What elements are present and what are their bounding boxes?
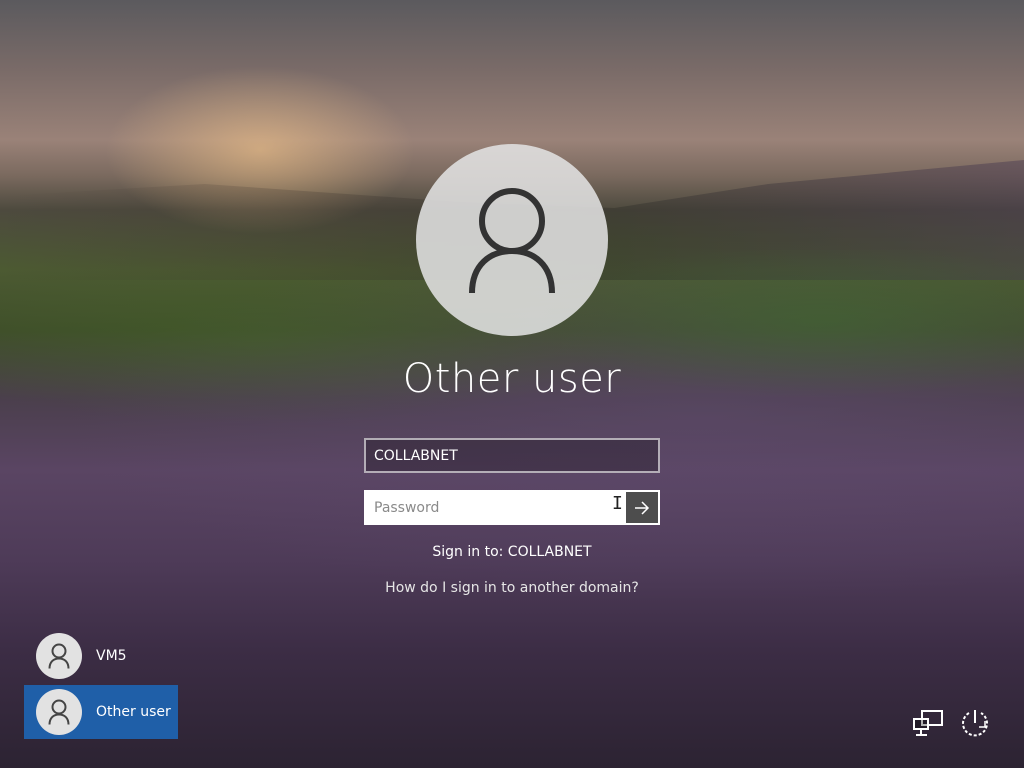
tile-avatar	[36, 633, 82, 679]
user-name-heading: Other user	[402, 356, 622, 402]
network-icon	[913, 710, 943, 736]
submit-button[interactable]	[626, 492, 658, 523]
user-silhouette-icon	[48, 699, 70, 725]
user-silhouette-icon	[48, 643, 70, 669]
power-icon	[962, 710, 988, 737]
user-tile-label: Other user	[96, 704, 171, 720]
domain-help-link[interactable]: How do I sign in to another domain?	[0, 580, 1024, 596]
username-field[interactable]: COLLABNET	[364, 438, 660, 473]
text-cursor-icon: I	[612, 493, 623, 514]
power-button[interactable]	[956, 704, 994, 742]
user-tile-vm5[interactable]: VM5	[24, 629, 178, 683]
sign-in-domain-text: Sign in to: COLLABNET	[432, 544, 592, 560]
user-tile-other-user[interactable]: Other user	[24, 685, 178, 739]
network-button[interactable]	[909, 704, 947, 742]
user-silhouette-icon	[469, 188, 555, 294]
user-tile-label: VM5	[96, 648, 127, 664]
password-input[interactable]	[366, 492, 626, 523]
tile-avatar	[36, 689, 82, 735]
user-avatar-large	[416, 144, 608, 336]
arrow-right-icon	[635, 500, 650, 515]
